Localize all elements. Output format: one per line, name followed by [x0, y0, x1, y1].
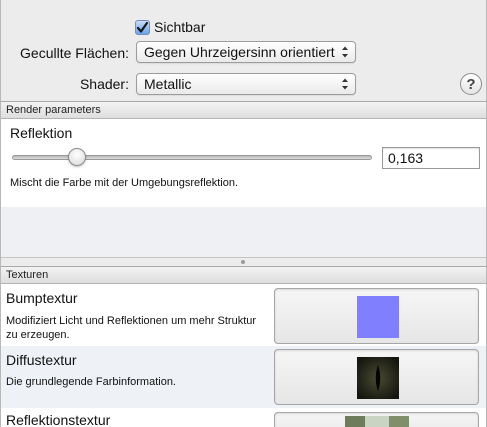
visible-checkbox-row[interactable]: Sichtbar — [135, 17, 205, 37]
shader-label: Shader: — [79, 76, 129, 92]
diffuse-texture-swatch — [357, 357, 399, 399]
shader-value: Metallic — [144, 76, 192, 92]
reflection-param-name: Reflektion — [10, 125, 73, 141]
texture-description: Modifiziert Licht und Reflektionen um me… — [6, 315, 257, 341]
reflection-slider-knob[interactable] — [67, 148, 86, 166]
culled-faces-label: Gecullte Flächen: — [20, 45, 129, 61]
help-icon: ? — [466, 75, 476, 93]
visible-checkbox[interactable] — [135, 19, 150, 35]
diffuse-texture-image — [357, 357, 399, 399]
checkmark-icon — [136, 21, 149, 33]
texture-description: Die grundlegende Farbinformation. — [6, 376, 176, 388]
render-parameters-header: Render parameters — [1, 101, 486, 119]
textures-header: Texturen — [1, 266, 486, 284]
panel-splitter[interactable] — [1, 257, 486, 266]
texture-title: Bumptextur — [6, 290, 78, 306]
bump-texture-swatch — [357, 296, 399, 338]
reflection-texture-swatch — [345, 416, 409, 427]
updown-arrows-icon — [342, 46, 348, 58]
texture-well-diffuse[interactable] — [274, 349, 479, 405]
culled-faces-value: Gegen Uhrzeigersinn orientiert — [144, 44, 335, 60]
texture-title: Reflektionstextur — [6, 412, 111, 427]
help-button[interactable]: ? — [460, 73, 482, 95]
reflection-texture-image — [345, 416, 409, 427]
reflection-slider-track[interactable] — [12, 155, 372, 160]
splitter-grip-icon — [241, 260, 245, 264]
texture-well-reflection[interactable] — [274, 412, 479, 427]
texture-row-diffuse: Diffustextur Die grundlegende Farbinform… — [1, 346, 486, 408]
texture-title: Diffustextur — [6, 352, 77, 368]
inspector-panel: Sichtbar Gecullte Flächen: Gegen Uhrzeig… — [0, 0, 487, 427]
options-area: Sichtbar Gecullte Flächen: Gegen Uhrzeig… — [1, 0, 486, 101]
texture-well-bump[interactable] — [274, 288, 479, 344]
updown-arrows-icon — [342, 78, 348, 90]
visible-label: Sichtbar — [154, 19, 206, 35]
reflection-value-field[interactable]: 0,163 — [382, 147, 480, 169]
render-parameters-empty-area — [1, 207, 486, 257]
texture-row-reflection: Reflektionstextur — [1, 408, 486, 427]
reflection-param-description: Mischt die Farbe mit der Umgebungsreflek… — [10, 177, 239, 189]
texture-row-bump: Bumptextur Modifiziert Licht und Reflekt… — [1, 284, 486, 346]
shader-select[interactable]: Metallic — [136, 73, 356, 95]
culled-faces-select[interactable]: Gegen Uhrzeigersinn orientiert — [136, 41, 356, 63]
